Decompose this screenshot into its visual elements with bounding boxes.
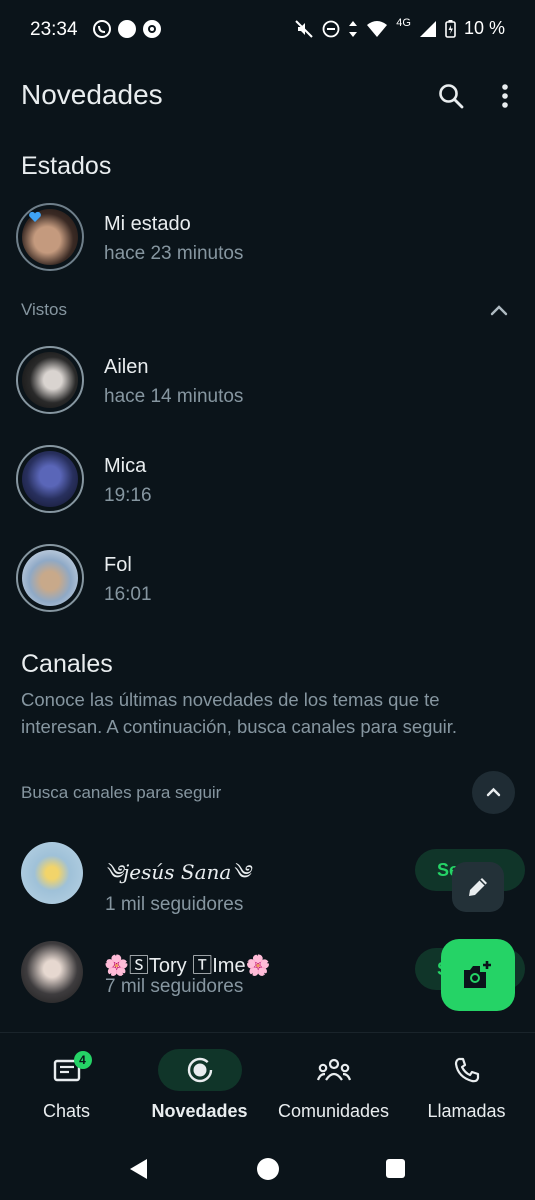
- nav-icon-container: [292, 1049, 376, 1091]
- status-name: Ailen: [104, 356, 149, 378]
- communities-icon: [316, 1058, 351, 1081]
- my-status-row[interactable]: Mi estado hace 23 minutos: [0, 203, 535, 283]
- back-icon: [130, 1159, 147, 1179]
- find-channels-subheader: Busca canales para seguir: [21, 783, 222, 802]
- channel-avatar: [21, 941, 83, 1003]
- my-status-name: Mi estado: [104, 213, 191, 235]
- data-transfer-icon: [349, 20, 358, 37]
- status-time: 23:34: [30, 19, 78, 40]
- status-avatar-ring: [16, 346, 84, 414]
- canales-description: Conoce las últimas novedades de los tema…: [21, 689, 458, 737]
- signal-icon: [419, 20, 436, 37]
- dnd-icon: [322, 20, 340, 37]
- channel-name: 🌸🅂Tory 🅃Ime🌸: [104, 955, 271, 977]
- status-bar: 23:34 4G 10 %: [0, 0, 535, 60]
- search-button[interactable]: [437, 82, 465, 110]
- nav-label: Chats: [42, 1101, 91, 1121]
- channel-followers: 1 mil seguidores: [105, 894, 244, 915]
- nav-icon-container: [425, 1049, 509, 1091]
- page-title: Novedades: [21, 79, 163, 110]
- nav-comunidades[interactable]: Comunidades: [267, 1033, 400, 1133]
- status-row-fol[interactable]: Fol 16:01: [0, 544, 535, 624]
- camera-status-button[interactable]: [441, 939, 515, 1011]
- status-name: Mica: [104, 455, 147, 477]
- battery-icon: [445, 19, 456, 38]
- status-row-ailen[interactable]: Ailen hace 14 minutos: [0, 346, 535, 426]
- nav-label: Llamadas: [427, 1101, 506, 1121]
- notification-dot-icon: [118, 20, 136, 38]
- more-vert-icon: [502, 84, 508, 108]
- write-status-button[interactable]: [452, 862, 504, 912]
- search-icon: [439, 84, 464, 109]
- chevron-up-icon: [486, 787, 501, 797]
- mute-icon: [295, 19, 313, 38]
- nav-icon-container: 4: [25, 1049, 109, 1091]
- status-time: 19:16: [104, 485, 152, 506]
- system-navigation-bar: [0, 1135, 535, 1200]
- estados-title: Estados: [21, 152, 112, 180]
- unread-badge: 4: [73, 1051, 92, 1069]
- whatsapp-notification-icon: [93, 20, 111, 38]
- battery-level: 10 %: [463, 18, 505, 38]
- phone-icon: [454, 1057, 479, 1083]
- network-type: 4G: [396, 16, 411, 29]
- record-notification-icon: [143, 20, 161, 38]
- collapse-seen-button[interactable]: [488, 300, 510, 320]
- camera-add-icon: [464, 961, 491, 988]
- status-time: 16:01: [104, 584, 152, 605]
- system-recents-button[interactable]: [386, 1159, 405, 1178]
- avatar: [22, 550, 78, 606]
- heart-icon: [29, 211, 41, 222]
- seen-subheader: Vistos: [21, 300, 67, 319]
- wifi-icon: [367, 20, 388, 37]
- nav-label: Novedades: [151, 1101, 248, 1121]
- nav-novedades[interactable]: Novedades: [133, 1033, 266, 1133]
- channel-followers: 7 mil seguidores: [105, 976, 244, 997]
- collapse-channels-button[interactable]: [472, 771, 515, 814]
- status-avatar-ring: [16, 544, 84, 612]
- system-back-button[interactable]: [127, 1157, 151, 1181]
- my-status-avatar: [16, 203, 84, 271]
- status-time: hace 14 minutos: [104, 386, 244, 407]
- notification-icons: [92, 19, 162, 39]
- nav-label: Comunidades: [277, 1101, 390, 1121]
- canales-title: Canales: [21, 650, 113, 678]
- nav-chats[interactable]: 4 Chats: [0, 1033, 133, 1133]
- nav-llamadas[interactable]: Llamadas: [400, 1033, 533, 1133]
- status-row-mica[interactable]: Mica 19:16: [0, 445, 535, 525]
- status-avatar-ring: [16, 445, 84, 513]
- more-options-button[interactable]: [495, 82, 515, 110]
- avatar: [22, 352, 78, 408]
- system-status-icons: 4G 10 %: [294, 16, 505, 39]
- chevron-up-icon: [490, 305, 508, 316]
- status-icon: [187, 1057, 212, 1083]
- my-status-time: hace 23 minutos: [104, 243, 244, 264]
- system-home-button[interactable]: [257, 1158, 279, 1180]
- bottom-navigation: 4 Chats Novedades Comunidades Llamadas: [0, 1032, 535, 1133]
- channel-avatar: [21, 842, 83, 904]
- avatar: [22, 451, 78, 507]
- nav-icon-container: [157, 1049, 242, 1091]
- status-name: Fol: [104, 554, 132, 576]
- pencil-icon: [469, 878, 487, 896]
